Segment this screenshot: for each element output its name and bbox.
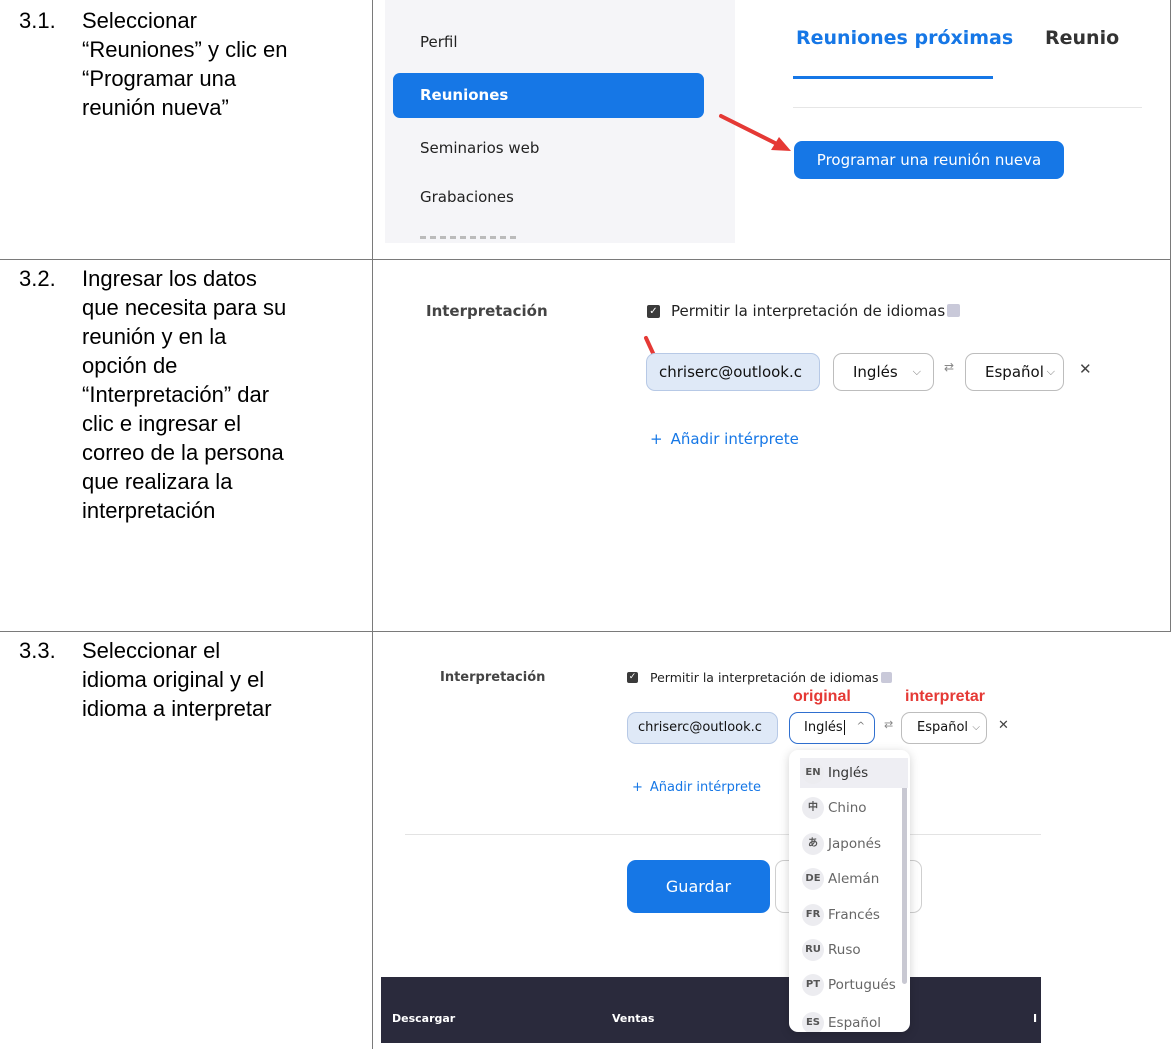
arrow-icon bbox=[719, 114, 791, 151]
target-language-select[interactable]: Español ⌵ bbox=[965, 353, 1064, 391]
plus-icon: + bbox=[632, 780, 643, 795]
language-code-badge: 中 bbox=[802, 797, 824, 819]
source-language-select[interactable]: Inglés ^ bbox=[789, 712, 875, 744]
annotation-original: original bbox=[793, 688, 851, 705]
step-line: idioma original y el bbox=[82, 667, 265, 692]
section-divider bbox=[405, 834, 1041, 835]
save-button[interactable]: Guardar bbox=[627, 860, 770, 913]
step-line: que realizara la bbox=[82, 469, 233, 494]
step-number: 3.1. bbox=[19, 8, 56, 33]
chevron-down-icon: ⌵ bbox=[972, 722, 980, 733]
language-name: Ruso bbox=[828, 942, 861, 958]
select-value: Inglés bbox=[804, 720, 843, 735]
language-code-badge: DE bbox=[802, 868, 824, 890]
add-interpreter-link[interactable]: + Añadir intérprete bbox=[632, 780, 761, 795]
language-code-badge: PT bbox=[802, 974, 824, 996]
dropdown-option[interactable]: EN Inglés bbox=[800, 758, 908, 788]
sidebar-item-seminarios[interactable]: Seminarios web bbox=[393, 126, 704, 171]
step-line: “Programar una bbox=[82, 66, 237, 91]
table-border-row1 bbox=[0, 259, 1171, 260]
language-code-badge: EN bbox=[802, 762, 824, 784]
language-code-badge: あ bbox=[802, 833, 824, 855]
language-name: Chino bbox=[828, 800, 867, 816]
annotation-interpretar: interpretar bbox=[905, 688, 986, 705]
table-border-vertical bbox=[372, 0, 373, 1049]
language-code-badge: RU bbox=[802, 939, 824, 961]
table-border-row2 bbox=[0, 631, 1171, 632]
sidebar-item-cut bbox=[420, 236, 520, 240]
interpretation-label: Interpretación bbox=[426, 302, 548, 320]
dropdown-option[interactable]: あ Japonés bbox=[800, 829, 908, 859]
tab-reuniones-anteriores[interactable]: Reunio bbox=[1045, 27, 1119, 49]
language-name: Inglés bbox=[828, 765, 869, 781]
chevron-down-icon: ⌵ bbox=[1046, 365, 1055, 378]
tab-divider bbox=[793, 107, 1142, 108]
step-line: interpretación bbox=[82, 498, 216, 523]
step-line: Ingresar los datos bbox=[82, 266, 257, 291]
dropdown-option[interactable]: PT Portugués bbox=[800, 970, 908, 1000]
add-interpreter-link[interactable]: + Añadir intérprete bbox=[650, 430, 799, 448]
step-line: idioma a interpretar bbox=[82, 696, 272, 721]
sidebar-item-perfil[interactable]: Perfil bbox=[393, 20, 704, 65]
dropdown-option[interactable]: 中 Chino bbox=[800, 793, 908, 823]
dropdown-option-clipped[interactable]: ES Español bbox=[800, 1012, 908, 1032]
language-name: Alemán bbox=[828, 871, 880, 887]
sidebar-item-reuniones[interactable]: Reuniones bbox=[393, 73, 704, 118]
close-icon[interactable]: ✕ bbox=[998, 718, 1009, 733]
step-line: reunión nueva” bbox=[82, 95, 229, 120]
footer-link-descargar[interactable]: Descargar bbox=[392, 1012, 455, 1025]
schedule-meeting-button[interactable]: Programar una reunión nueva bbox=[794, 141, 1064, 179]
swap-icon: ⇄ bbox=[944, 360, 955, 374]
tab-reuniones-proximas[interactable]: Reuniones próximas bbox=[796, 27, 1013, 49]
language-code-badge: ES bbox=[802, 1012, 824, 1032]
close-icon[interactable]: ✕ bbox=[1079, 360, 1092, 378]
language-code-badge: FR bbox=[802, 904, 824, 926]
step-line: que necesita para su bbox=[82, 295, 287, 320]
step-line: correo de la persona bbox=[82, 440, 284, 465]
step-line: reunión y en la bbox=[82, 324, 227, 349]
select-value: Español bbox=[985, 363, 1044, 381]
checkbox-label: Permitir la interpretación de idiomas bbox=[650, 670, 892, 685]
plus-icon: + bbox=[650, 430, 663, 448]
select-value: Inglés bbox=[853, 363, 898, 381]
tab-active-underline bbox=[793, 76, 993, 79]
step-line: clic e ingresar el bbox=[82, 411, 241, 436]
dropdown-option[interactable]: DE Alemán bbox=[800, 864, 908, 894]
dropdown-option[interactable]: FR Francés bbox=[800, 900, 908, 930]
swap-icon: ⇄ bbox=[884, 718, 894, 731]
help-icon bbox=[880, 672, 892, 683]
select-value: Español bbox=[917, 720, 969, 735]
checkbox[interactable]: ✓ bbox=[627, 672, 638, 683]
step-line: Seleccionar el bbox=[82, 638, 221, 663]
step-line: Seleccionar bbox=[82, 8, 197, 33]
interpreter-email-input[interactable]: chriserc@outlook.c bbox=[627, 712, 778, 744]
interpreter-email-input[interactable]: chriserc@outlook.c bbox=[646, 353, 820, 391]
step-line: opción de bbox=[82, 353, 178, 378]
step-line: “Interpretación” dar bbox=[82, 382, 270, 407]
language-name: Español bbox=[828, 1015, 881, 1031]
step-number: 3.3. bbox=[19, 638, 56, 663]
interpretation-label: Interpretación bbox=[440, 670, 546, 685]
footer-link-ventas[interactable]: Ventas bbox=[612, 1012, 654, 1025]
language-name: Japonés bbox=[828, 836, 881, 852]
dropdown-option[interactable]: RU Ruso bbox=[800, 935, 908, 965]
language-name: Francés bbox=[828, 907, 880, 923]
help-icon bbox=[947, 304, 961, 317]
chevron-up-icon: ^ bbox=[856, 721, 865, 732]
checkbox[interactable]: ✓ bbox=[647, 305, 660, 318]
checkbox-label: Permitir la interpretación de idiomas bbox=[671, 302, 961, 320]
target-language-select[interactable]: Español ⌵ bbox=[901, 712, 987, 744]
chevron-down-icon: ⌵ bbox=[912, 365, 921, 378]
step-line: “Reuniones” y clic en bbox=[82, 37, 288, 62]
language-name: Portugués bbox=[828, 977, 896, 993]
sidebar-item-grabaciones[interactable]: Grabaciones bbox=[393, 175, 704, 220]
footer-link-cut: I bbox=[1033, 1012, 1038, 1025]
step-number: 3.2. bbox=[19, 266, 56, 291]
footer-bar bbox=[381, 977, 1041, 1043]
source-language-select[interactable]: Inglés ⌵ bbox=[833, 353, 934, 391]
